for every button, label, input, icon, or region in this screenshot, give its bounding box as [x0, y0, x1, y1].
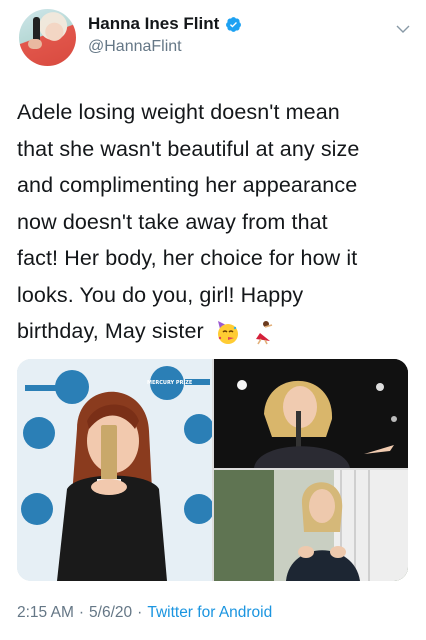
dancer-emoji-icon [255, 321, 273, 345]
award-photo-drawing: MERCURY PRIZE [17, 359, 212, 581]
separator: · [137, 604, 143, 621]
tweet-source-link[interactable]: Twitter for Android [147, 604, 272, 622]
tweet-line: fact! Her body, her choice for how it [17, 246, 358, 270]
tweet-line-last: birthday, May sister [17, 313, 413, 350]
verified-badge-icon [226, 16, 242, 32]
avatar[interactable] [19, 9, 76, 66]
tweet-line: looks. You do you, girl! Happy [17, 282, 304, 307]
media-grid: MERCURY PRIZE [17, 359, 408, 581]
name-row: Hanna Ines Flint [88, 14, 242, 34]
tweet-text: Adele losing weight doesn't mean that sh… [17, 94, 413, 350]
tweet-date[interactable]: 5/6/20 [89, 604, 132, 622]
tweet-line: and complimenting her appearance [17, 173, 358, 197]
hand-shape [28, 39, 42, 49]
adele-concert-photo[interactable] [214, 359, 408, 468]
partying-face-emoji-icon [217, 321, 238, 345]
separator: · [78, 604, 85, 621]
user-handle[interactable]: @HannaFlint [88, 38, 182, 56]
tweet-line: birthday, May sister [17, 319, 204, 343]
tweet-meta: 2:15 AM · 5/6/20 · Twitter for Android [17, 604, 272, 622]
tweet-line: that she wasn't beautiful at any size [17, 136, 360, 161]
svg-text:MERCURY PRIZE: MERCURY PRIZE [147, 380, 193, 386]
adele-outdoor-photo[interactable] [214, 470, 408, 581]
tweet-line: Adele losing weight doesn't mean [17, 100, 340, 124]
chevron-down-icon[interactable] [396, 22, 410, 36]
tweet-line: now doesn't take away from that [17, 209, 328, 234]
adele-award-photo[interactable]: MERCURY PRIZE [17, 359, 212, 581]
outdoor-photo-drawing [214, 470, 408, 581]
tweet-time[interactable]: 2:15 AM [17, 604, 74, 622]
concert-photo-drawing [214, 359, 408, 468]
tweet-header: Hanna Ines Flint @HannaFlint [0, 0, 426, 84]
display-name[interactable]: Hanna Ines Flint [88, 14, 219, 34]
